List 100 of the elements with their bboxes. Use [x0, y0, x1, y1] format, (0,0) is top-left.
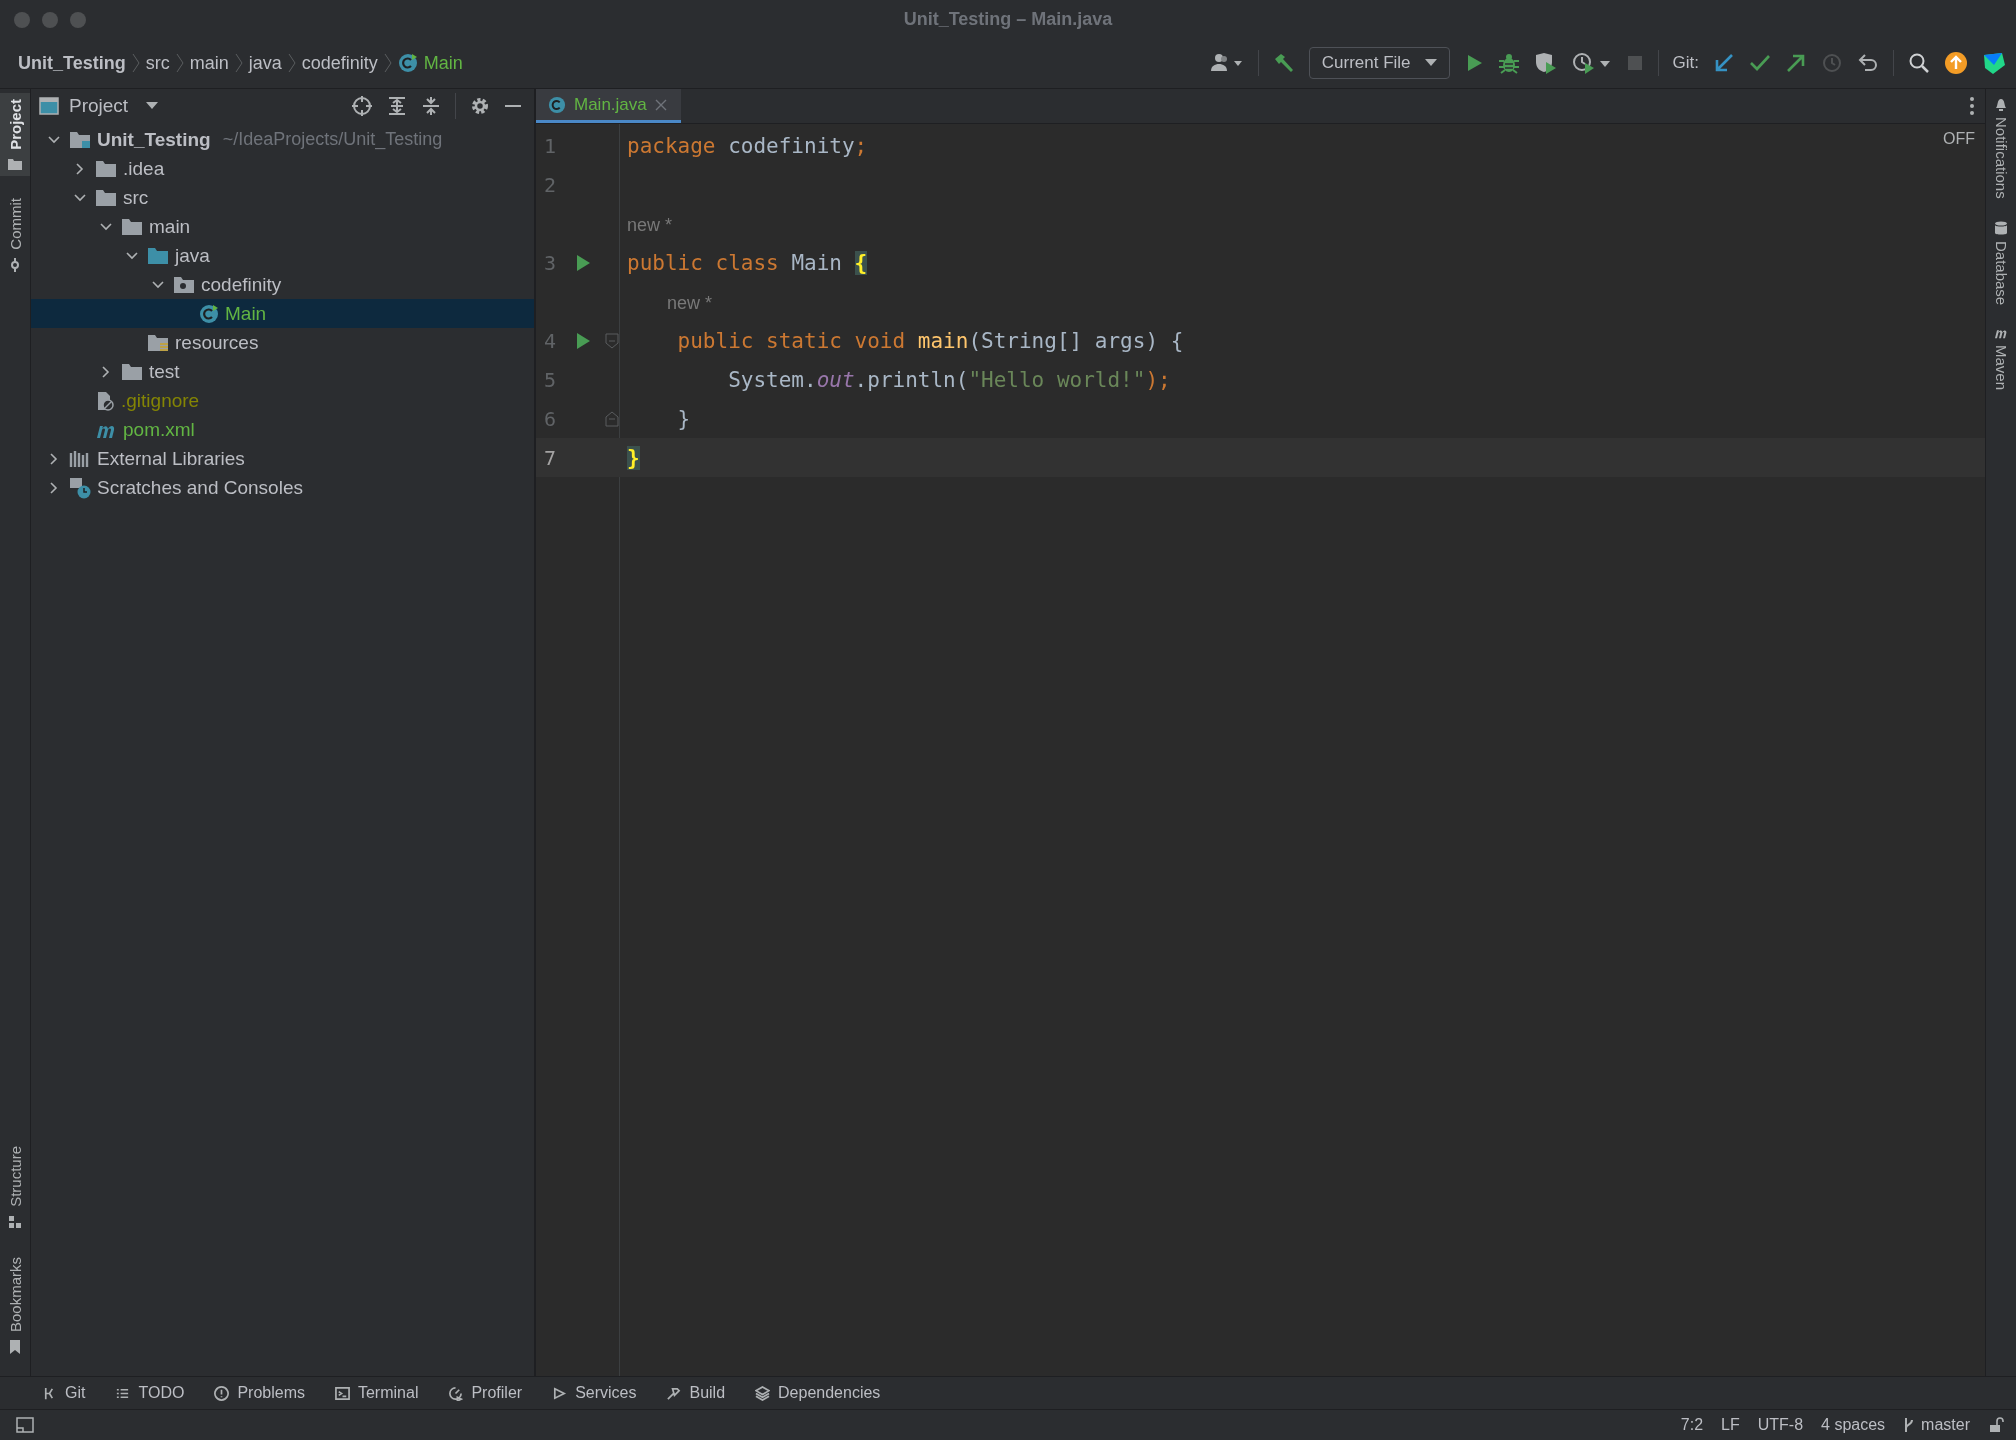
debug-icon[interactable] — [1497, 52, 1520, 74]
tree-item[interactable]: Scratches and Consoles — [31, 473, 534, 502]
run-configuration-dropdown[interactable]: Current File — [1308, 47, 1450, 79]
user-icon[interactable] — [1209, 52, 1244, 74]
rollback-icon[interactable] — [1857, 52, 1879, 74]
tool-window-icon — [334, 1385, 350, 1401]
panel-title-dropdown[interactable]: Project — [69, 95, 159, 117]
caret-position[interactable]: 7:2 — [1680, 1416, 1704, 1434]
tree-item[interactable]: .idea — [31, 154, 534, 183]
commit-icon — [8, 257, 22, 272]
tool-window-tab[interactable]: Database — [1992, 220, 2010, 305]
class-icon — [548, 95, 566, 114]
tool-window-button[interactable]: TODO — [115, 1384, 185, 1402]
layout-toggle-icon[interactable] — [16, 1417, 34, 1433]
folder-icon — [147, 333, 169, 352]
update-arrow-icon[interactable] — [1713, 52, 1735, 74]
caret-icon — [1424, 59, 1437, 67]
tool-window-tab[interactable]: Project — [0, 93, 30, 176]
scratches-icon — [69, 476, 91, 499]
run-icon[interactable] — [574, 253, 591, 272]
database-icon — [1994, 220, 2008, 235]
structure-icon — [8, 1214, 22, 1229]
tree-item[interactable]: java — [31, 241, 534, 270]
tool-window-tab[interactable]: Notifications — [1992, 97, 2010, 199]
tool-window-button[interactable]: Terminal — [334, 1384, 419, 1402]
editor-tab[interactable]: Main.java — [536, 89, 681, 123]
update-icon[interactable] — [1944, 51, 1968, 75]
line-number: 5 — [543, 367, 558, 392]
tool-window-tab[interactable]: Commit — [0, 191, 30, 278]
more-icon[interactable] — [1969, 96, 1975, 116]
tool-window-button[interactable]: Problems — [214, 1384, 305, 1402]
tree-item[interactable]: .gitignore — [31, 386, 534, 415]
git-branch[interactable]: master — [1903, 1416, 1970, 1434]
breadcrumb-item[interactable]: codefinity — [301, 52, 378, 74]
code-line: System.out.println("Hello world!"); — [727, 367, 1171, 392]
breadcrumb-item[interactable]: src — [145, 52, 170, 74]
tool-window-button[interactable]: Profiler — [448, 1384, 523, 1402]
branch-icon — [1903, 1417, 1916, 1433]
bookmark-icon — [9, 1340, 21, 1354]
profiler-icon[interactable] — [1571, 52, 1612, 74]
breadcrumb-item[interactable]: Unit_Testing — [18, 52, 126, 74]
search-icon[interactable] — [1908, 52, 1930, 74]
locate-icon[interactable] — [351, 95, 373, 117]
tool-window-tab[interactable]: Bookmarks — [0, 1250, 30, 1360]
chevron-icon — [234, 52, 243, 74]
tree-item[interactable]: src — [31, 183, 534, 212]
bell-icon — [1994, 97, 2008, 111]
breadcrumb-item[interactable]: main — [189, 52, 229, 74]
folder-icon — [173, 275, 195, 294]
tool-window-icon — [666, 1385, 682, 1401]
hammer-icon[interactable] — [1272, 52, 1295, 74]
folder-icon — [121, 217, 143, 236]
close-icon[interactable] — [654, 98, 667, 111]
settings-icon[interactable] — [470, 96, 490, 116]
tree-item[interactable]: External Libraries — [31, 444, 534, 473]
line-number: 4 — [543, 328, 558, 353]
line-number: 6 — [543, 406, 558, 431]
tree-item[interactable]: test — [31, 357, 534, 386]
folder-icon — [69, 130, 91, 149]
tree-item[interactable]: Main — [31, 299, 534, 328]
run-icon[interactable] — [574, 331, 591, 350]
libraries-icon — [69, 449, 91, 468]
tool-window-button[interactable]: Dependencies — [755, 1384, 881, 1402]
class-icon — [397, 53, 418, 73]
tool-window-icon — [755, 1385, 771, 1401]
tree-item[interactable]: main — [31, 212, 534, 241]
file-encoding[interactable]: UTF-8 — [1757, 1416, 1804, 1434]
chevron-icon — [131, 52, 140, 74]
line-ending[interactable]: LF — [1721, 1416, 1740, 1434]
folder-icon — [95, 159, 117, 178]
tool-window-icon — [214, 1385, 230, 1401]
folder-icon — [147, 246, 169, 265]
tool-window-tab[interactable]: Maven — [1992, 326, 2010, 390]
chevron-icon — [175, 52, 184, 74]
line-number: 2 — [543, 172, 558, 197]
coverage-icon[interactable] — [1533, 52, 1558, 74]
tool-window-button[interactable]: Build — [666, 1384, 726, 1402]
tree-item[interactable]: Unit_Testing ~/IdeaProjects/Unit_Testing — [31, 125, 534, 154]
code-line: } — [676, 406, 691, 431]
file-icon — [95, 390, 115, 411]
class-icon — [199, 303, 219, 324]
breadcrumb-item[interactable]: java — [248, 52, 282, 74]
inspection-status[interactable]: OFF — [1943, 130, 1975, 148]
tool-window-button[interactable]: Git — [42, 1384, 86, 1402]
expand-all-icon[interactable] — [387, 96, 407, 116]
collapse-all-icon[interactable] — [421, 96, 441, 116]
indent-setting[interactable]: 4 spaces — [1821, 1416, 1886, 1434]
line-number: 1 — [543, 133, 558, 158]
breadcrumb-item[interactable]: Main — [423, 52, 463, 74]
push-arrow-icon[interactable] — [1785, 52, 1807, 74]
tree-item[interactable]: pom.xml — [31, 415, 534, 444]
folder-icon — [121, 362, 143, 381]
tree-item[interactable]: codefinity — [31, 270, 534, 299]
tree-item[interactable]: resources — [31, 328, 534, 357]
app-logo-icon[interactable] — [1982, 51, 2006, 75]
tool-window-button[interactable]: Services — [552, 1384, 637, 1402]
code-line: package codefinity; — [627, 133, 868, 158]
tool-window-tab[interactable]: Structure — [0, 1140, 30, 1235]
lock-icon[interactable] — [1988, 1417, 2004, 1433]
folder-icon — [95, 188, 117, 207]
